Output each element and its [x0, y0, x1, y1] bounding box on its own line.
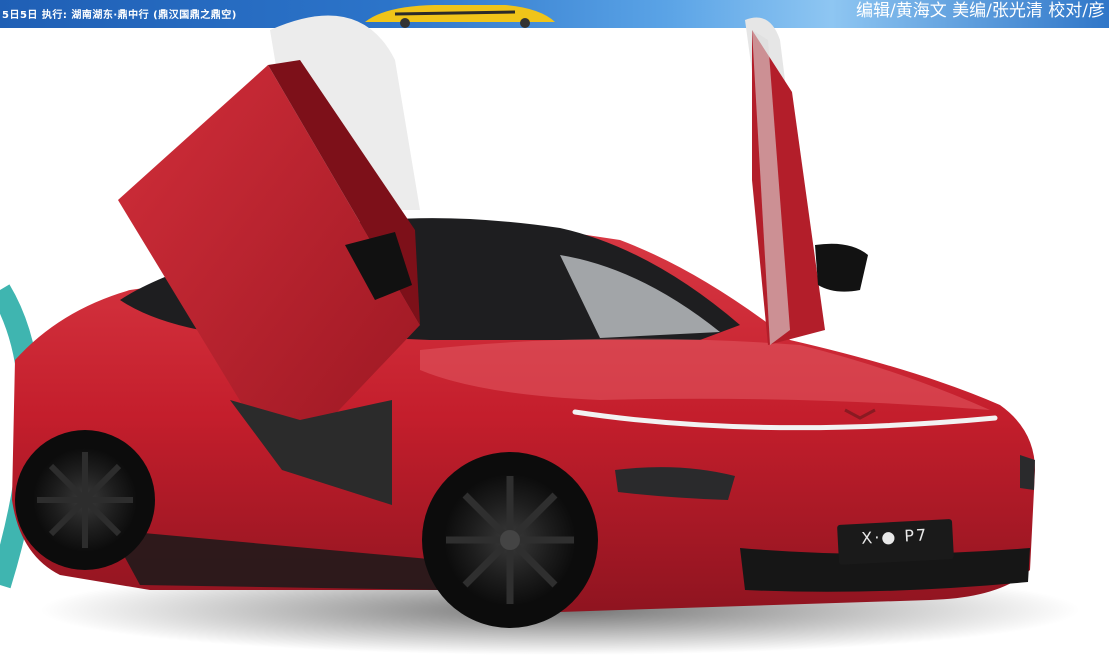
- front-hub-cap: [500, 530, 520, 550]
- license-plate-text: X·● P7: [860, 525, 929, 548]
- rear-rim-spokes: [37, 452, 133, 548]
- right-headlight: [1020, 455, 1035, 490]
- side-mirror-right: [815, 243, 868, 292]
- car-photo: [0, 15, 1080, 655]
